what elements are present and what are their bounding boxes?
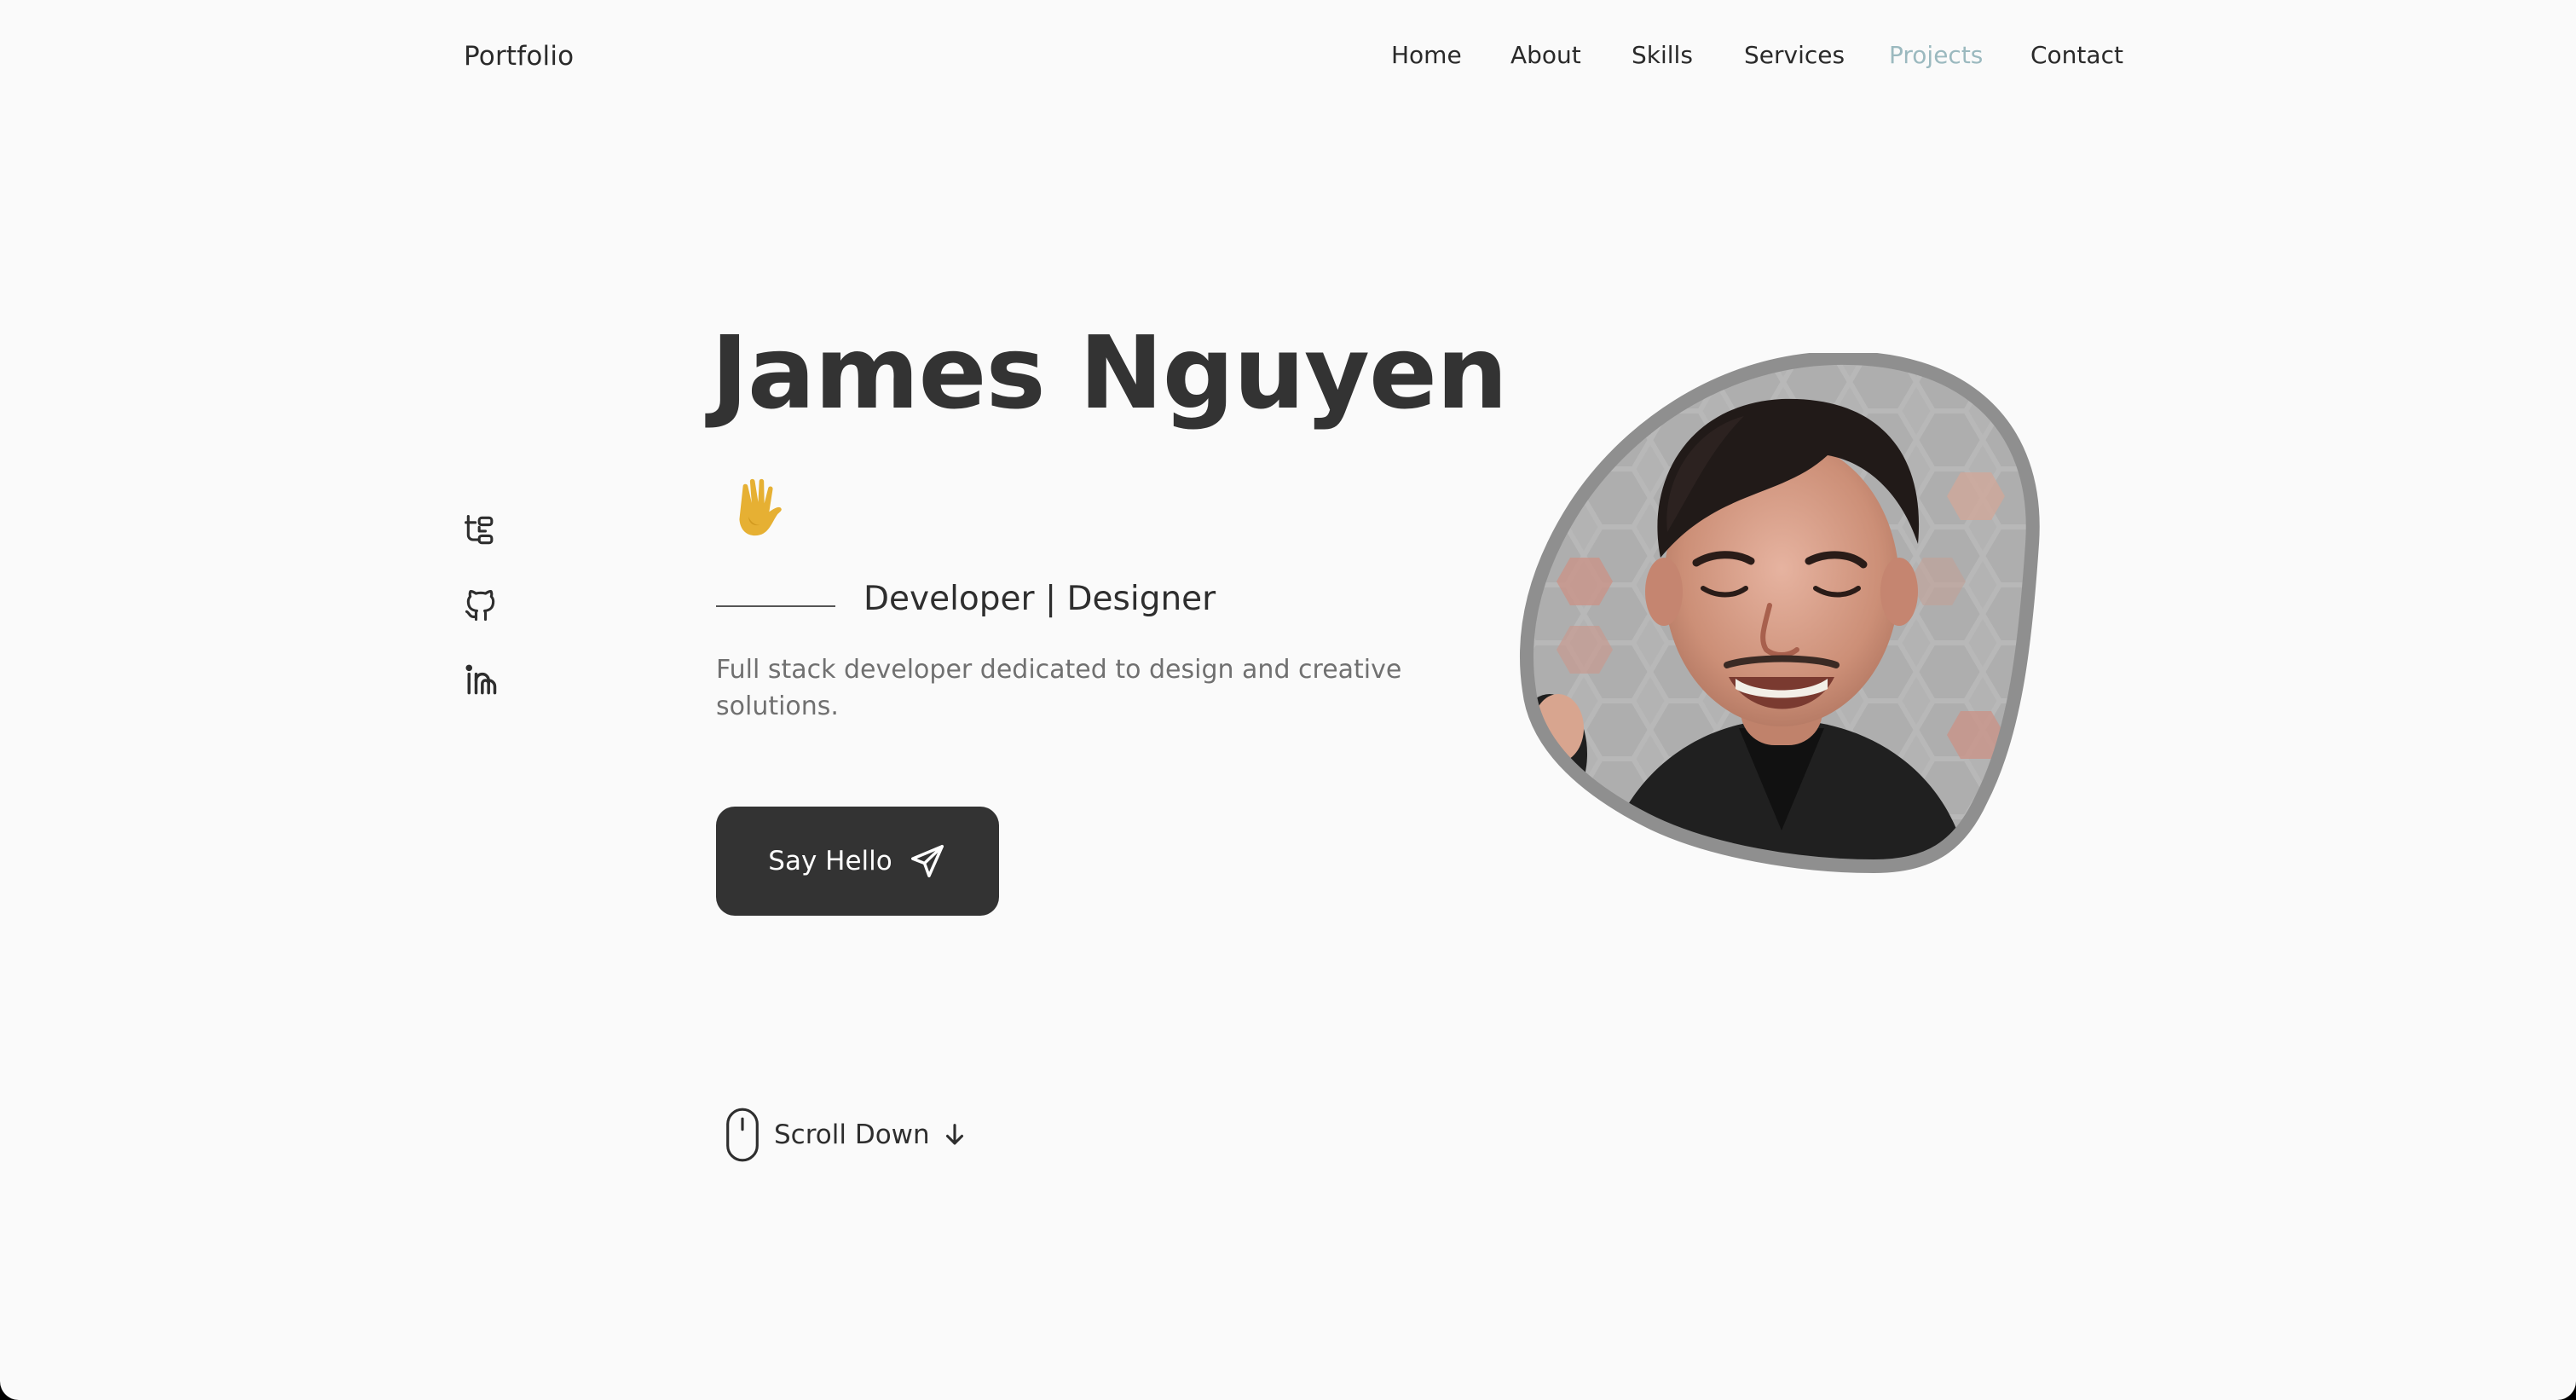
say-hello-label: Say Hello (768, 846, 892, 876)
main-nav: Home About Skills Services Projects Cont… (0, 41, 2576, 75)
scroll-down-label: Scroll Down (774, 1119, 930, 1150)
arrow-down-icon (945, 1124, 963, 1145)
page: Portfolio Home About Skills Services Pro… (0, 0, 2576, 1400)
linkedin-icon[interactable] (462, 662, 500, 699)
nav-contact[interactable]: Contact (2030, 41, 2123, 69)
waving-hand-icon (739, 478, 782, 536)
send-icon (910, 845, 944, 877)
hero-subtitle: Developer | Designer (863, 580, 1216, 618)
header: Portfolio Home About Skills Services Pro… (0, 0, 2576, 119)
tree-icon[interactable] (462, 512, 500, 549)
github-icon[interactable] (462, 587, 500, 624)
subtitle-divider (716, 605, 835, 607)
hero-description: Full stack developer dedicated to design… (716, 655, 1402, 721)
nav-projects[interactable]: Projects (1889, 41, 1983, 69)
nav-about[interactable]: About (1510, 41, 1581, 69)
nav-home[interactable]: Home (1391, 41, 1462, 69)
profile-photo (1519, 353, 2040, 873)
scroll-down-link[interactable]: Scroll Down (725, 1105, 969, 1165)
say-hello-button[interactable]: Say Hello (716, 807, 999, 916)
mouse-icon (726, 1108, 759, 1162)
hero-name: James Nguyen (711, 314, 1508, 431)
nav-skills[interactable]: Skills (1632, 41, 1693, 69)
nav-services[interactable]: Services (1744, 41, 1845, 69)
